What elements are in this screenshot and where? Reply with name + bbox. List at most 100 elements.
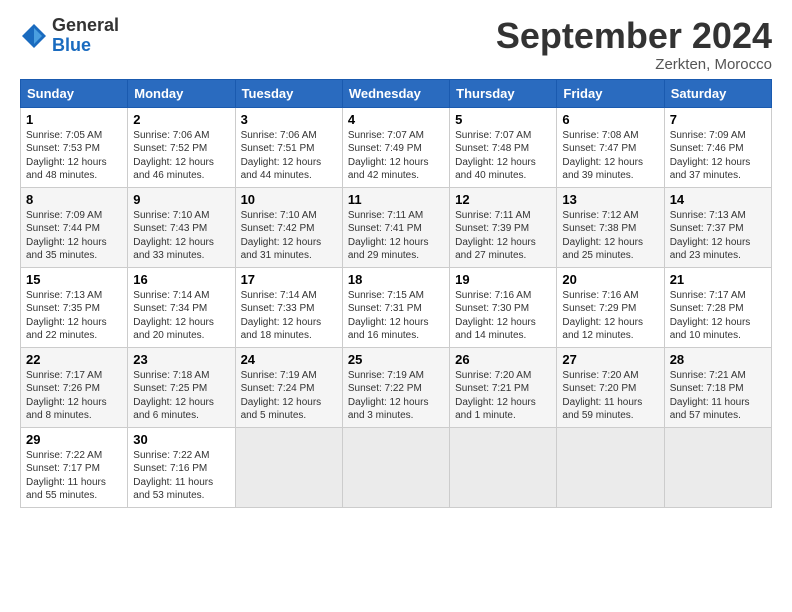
calendar-week-row: 8 Sunrise: 7:09 AM Sunset: 7:44 PM Daylig… — [21, 187, 772, 267]
weekday-header: Wednesday — [342, 79, 449, 107]
weekday-header: Saturday — [664, 79, 771, 107]
cell-info: Sunrise: 7:13 AM Sunset: 7:35 PM Dayligh… — [26, 289, 122, 343]
calendar-cell: 17Sunrise: 7:14 AM Sunset: 7:33 PM Dayli… — [235, 267, 342, 347]
cell-info: Sunrise: 7:22 AM Sunset: 7:17 PM Dayligh… — [26, 449, 122, 503]
calendar-cell: 18Sunrise: 7:15 AM Sunset: 7:31 PM Dayli… — [342, 267, 449, 347]
day-number: 24 — [241, 352, 337, 367]
calendar-cell — [342, 427, 449, 507]
day-number: 10 — [241, 192, 337, 207]
calendar-cell — [235, 427, 342, 507]
calendar-cell: 27Sunrise: 7:20 AM Sunset: 7:20 PM Dayli… — [557, 347, 664, 427]
day-number: 28 — [670, 352, 766, 367]
logo-icon — [20, 22, 48, 50]
calendar-cell: 19 Sunrise: 7:16 AM Sunset: 7:30 PM Dayli… — [450, 267, 557, 347]
calendar-week-row: 1 Sunrise: 7:05 AM Sunset: 7:53 PM Daylig… — [21, 107, 772, 187]
cell-info: Sunrise: 7:11 AM Sunset: 7:41 PM Dayligh… — [348, 209, 444, 263]
calendar-cell: 14 Sunrise: 7:13 AM Sunset: 7:37 PM Dayli… — [664, 187, 771, 267]
cell-info: Sunrise: 7:10 AM Sunset: 7:42 PM Dayligh… — [241, 209, 337, 263]
calendar-cell: 24 Sunrise: 7:19 AM Sunset: 7:24 PM Dayli… — [235, 347, 342, 427]
day-number: 1 — [26, 112, 122, 127]
day-number: 17 — [241, 272, 337, 287]
month-title: September 2024 — [496, 16, 772, 56]
calendar-cell — [450, 427, 557, 507]
location: Zerkten, Morocco — [496, 56, 772, 73]
cell-info: Sunrise: 7:09 AM Sunset: 7:46 PM Dayligh… — [670, 129, 766, 183]
weekday-header: Tuesday — [235, 79, 342, 107]
calendar-cell: 10 Sunrise: 7:10 AM Sunset: 7:42 PM Dayli… — [235, 187, 342, 267]
day-number: 8 — [26, 192, 122, 207]
calendar-cell: 12 Sunrise: 7:11 AM Sunset: 7:39 PM Dayli… — [450, 187, 557, 267]
weekday-header: Monday — [128, 79, 235, 107]
calendar-cell — [557, 427, 664, 507]
calendar-body: 1 Sunrise: 7:05 AM Sunset: 7:53 PM Daylig… — [21, 107, 772, 507]
calendar-table: SundayMondayTuesdayWednesdayThursdayFrid… — [20, 79, 772, 508]
weekday-header: Sunday — [21, 79, 128, 107]
calendar-cell: 3 Sunrise: 7:06 AM Sunset: 7:51 PM Daylig… — [235, 107, 342, 187]
calendar-cell: 28Sunrise: 7:21 AM Sunset: 7:18 PM Dayli… — [664, 347, 771, 427]
day-number: 19 — [455, 272, 551, 287]
title-area: September 2024 Zerkten, Morocco — [496, 16, 772, 73]
page: General Blue September 2024 Zerkten, Mor… — [0, 0, 792, 518]
calendar-cell: 22Sunrise: 7:17 AM Sunset: 7:26 PM Dayli… — [21, 347, 128, 427]
day-number: 15 — [26, 272, 122, 287]
calendar-cell: 2 Sunrise: 7:06 AM Sunset: 7:52 PM Daylig… — [128, 107, 235, 187]
calendar-header: SundayMondayTuesdayWednesdayThursdayFrid… — [21, 79, 772, 107]
day-number: 11 — [348, 192, 444, 207]
calendar-cell: 7 Sunrise: 7:09 AM Sunset: 7:46 PM Daylig… — [664, 107, 771, 187]
calendar-cell: 26 Sunrise: 7:20 AM Sunset: 7:21 PM Dayli… — [450, 347, 557, 427]
day-number: 7 — [670, 112, 766, 127]
day-number: 9 — [133, 192, 229, 207]
day-number: 30 — [133, 432, 229, 447]
cell-info: Sunrise: 7:19 AM Sunset: 7:22 PM Dayligh… — [348, 369, 444, 423]
day-number: 26 — [455, 352, 551, 367]
cell-info: Sunrise: 7:17 AM Sunset: 7:28 PM Dayligh… — [670, 289, 766, 343]
calendar-week-row: 29 Sunrise: 7:22 AM Sunset: 7:17 PM Dayli… — [21, 427, 772, 507]
day-number: 20 — [562, 272, 658, 287]
logo-blue: Blue — [52, 36, 119, 56]
cell-info: Sunrise: 7:07 AM Sunset: 7:48 PM Dayligh… — [455, 129, 551, 183]
day-number: 12 — [455, 192, 551, 207]
cell-info: Sunrise: 7:10 AM Sunset: 7:43 PM Dayligh… — [133, 209, 229, 263]
cell-info: Sunrise: 7:18 AM Sunset: 7:25 PM Dayligh… — [133, 369, 229, 423]
cell-info: Sunrise: 7:11 AM Sunset: 7:39 PM Dayligh… — [455, 209, 551, 263]
calendar-week-row: 15 Sunrise: 7:13 AM Sunset: 7:35 PM Dayli… — [21, 267, 772, 347]
cell-info: Sunrise: 7:06 AM Sunset: 7:51 PM Dayligh… — [241, 129, 337, 183]
cell-info: Sunrise: 7:20 AM Sunset: 7:21 PM Dayligh… — [455, 369, 551, 423]
day-number: 27 — [562, 352, 658, 367]
cell-info: Sunrise: 7:05 AM Sunset: 7:53 PM Dayligh… — [26, 129, 122, 183]
cell-info: Sunrise: 7:14 AM Sunset: 7:34 PM Dayligh… — [133, 289, 229, 343]
calendar-cell: 8 Sunrise: 7:09 AM Sunset: 7:44 PM Daylig… — [21, 187, 128, 267]
calendar-cell: 23Sunrise: 7:18 AM Sunset: 7:25 PM Dayli… — [128, 347, 235, 427]
day-number: 2 — [133, 112, 229, 127]
calendar-cell: 6Sunrise: 7:08 AM Sunset: 7:47 PM Daylig… — [557, 107, 664, 187]
cell-info: Sunrise: 7:17 AM Sunset: 7:26 PM Dayligh… — [26, 369, 122, 423]
calendar-cell — [664, 427, 771, 507]
cell-info: Sunrise: 7:06 AM Sunset: 7:52 PM Dayligh… — [133, 129, 229, 183]
day-number: 21 — [670, 272, 766, 287]
cell-info: Sunrise: 7:19 AM Sunset: 7:24 PM Dayligh… — [241, 369, 337, 423]
cell-info: Sunrise: 7:12 AM Sunset: 7:38 PM Dayligh… — [562, 209, 658, 263]
logo-general: General — [52, 16, 119, 36]
cell-info: Sunrise: 7:09 AM Sunset: 7:44 PM Dayligh… — [26, 209, 122, 263]
calendar-cell: 5 Sunrise: 7:07 AM Sunset: 7:48 PM Daylig… — [450, 107, 557, 187]
calendar-cell: 30Sunrise: 7:22 AM Sunset: 7:16 PM Dayli… — [128, 427, 235, 507]
cell-info: Sunrise: 7:13 AM Sunset: 7:37 PM Dayligh… — [670, 209, 766, 263]
day-number: 4 — [348, 112, 444, 127]
cell-info: Sunrise: 7:16 AM Sunset: 7:30 PM Dayligh… — [455, 289, 551, 343]
day-number: 5 — [455, 112, 551, 127]
day-number: 29 — [26, 432, 122, 447]
calendar-cell: 15 Sunrise: 7:13 AM Sunset: 7:35 PM Dayli… — [21, 267, 128, 347]
calendar-cell: 11 Sunrise: 7:11 AM Sunset: 7:41 PM Dayli… — [342, 187, 449, 267]
day-number: 14 — [670, 192, 766, 207]
calendar-cell: 16Sunrise: 7:14 AM Sunset: 7:34 PM Dayli… — [128, 267, 235, 347]
cell-info: Sunrise: 7:15 AM Sunset: 7:31 PM Dayligh… — [348, 289, 444, 343]
calendar-cell: 13 Sunrise: 7:12 AM Sunset: 7:38 PM Dayli… — [557, 187, 664, 267]
weekday-header: Thursday — [450, 79, 557, 107]
calendar-cell: 20Sunrise: 7:16 AM Sunset: 7:29 PM Dayli… — [557, 267, 664, 347]
logo: General Blue — [20, 16, 119, 56]
day-number: 3 — [241, 112, 337, 127]
header: General Blue September 2024 Zerkten, Mor… — [20, 16, 772, 73]
day-number: 13 — [562, 192, 658, 207]
calendar-cell: 25Sunrise: 7:19 AM Sunset: 7:22 PM Dayli… — [342, 347, 449, 427]
logo-text: General Blue — [52, 16, 119, 56]
